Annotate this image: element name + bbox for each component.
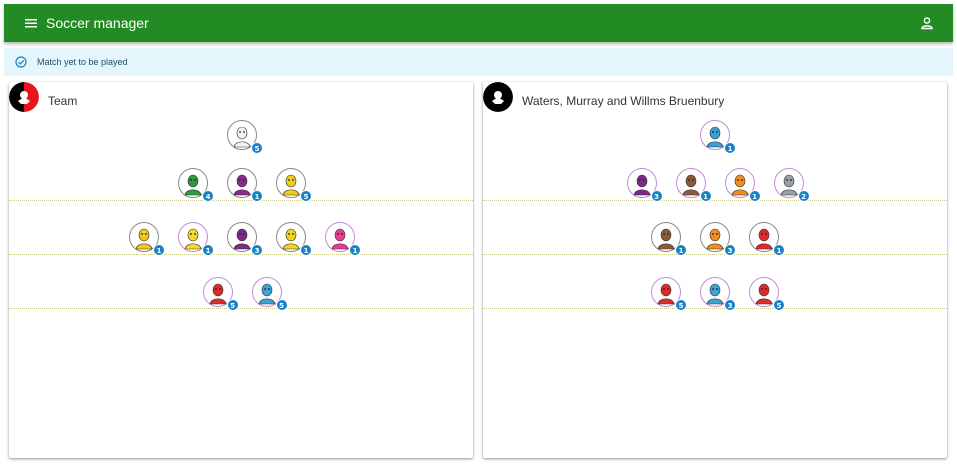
formation-line bbox=[9, 254, 473, 255]
player-avatar[interactable]: 3 bbox=[227, 222, 263, 256]
formation-line bbox=[9, 308, 473, 309]
player-avatar[interactable]: 1 bbox=[724, 168, 761, 202]
player-level-badge: 3 bbox=[251, 244, 263, 256]
team-crest bbox=[483, 82, 513, 112]
team-crest bbox=[9, 82, 39, 112]
player-avatar[interactable]: 1 bbox=[227, 168, 263, 202]
player-avatar[interactable]: 2 bbox=[773, 168, 810, 202]
player-level-badge: 1 bbox=[300, 244, 312, 256]
player-avatar[interactable]: 1 bbox=[675, 168, 712, 202]
team-name: Team bbox=[48, 94, 78, 108]
player-level-badge: 5 bbox=[773, 299, 785, 311]
player-avatar[interactable]: 1 bbox=[129, 222, 165, 256]
player-level-badge: 1 bbox=[724, 142, 736, 154]
player-level-badge: 5 bbox=[300, 190, 312, 202]
player-avatar[interactable]: 1 bbox=[700, 120, 736, 154]
player-level-badge: 1 bbox=[349, 244, 361, 256]
player-avatar[interactable]: 1 bbox=[651, 222, 687, 256]
player-avatar[interactable]: 3 bbox=[700, 277, 736, 311]
player-level-badge: 5 bbox=[675, 299, 687, 311]
team-card-home: 5 4 1 5 1 1 3 1 1 5 5 Team bbox=[9, 82, 473, 458]
player-avatar[interactable]: 1 bbox=[749, 222, 785, 256]
player-level-badge: 4 bbox=[202, 190, 214, 202]
player-avatar[interactable]: 4 bbox=[178, 168, 214, 202]
app-title: Soccer manager bbox=[46, 15, 149, 31]
team-name: Waters, Murray and Willms Bruenbury bbox=[522, 94, 725, 108]
check-circle-icon bbox=[15, 56, 27, 68]
account-icon[interactable] bbox=[920, 16, 934, 30]
player-level-badge: 1 bbox=[153, 244, 165, 256]
player-level-badge: 1 bbox=[699, 190, 712, 202]
formation-pitch: 5 4 1 5 1 1 3 1 1 5 5 bbox=[9, 82, 473, 458]
player-level-badge: 1 bbox=[748, 190, 761, 202]
match-status-text: Match yet to be played bbox=[37, 57, 128, 67]
player-level-badge: 3 bbox=[724, 244, 736, 256]
formation-pitch: 1 3 1 1 2 1 3 1 5 3 5 bbox=[483, 82, 947, 458]
formation-line bbox=[483, 200, 947, 201]
player-level-badge: 3 bbox=[724, 299, 736, 311]
player-avatar[interactable]: 5 bbox=[276, 168, 312, 202]
player-avatar[interactable]: 5 bbox=[202, 277, 239, 311]
player-avatar[interactable]: 3 bbox=[626, 168, 663, 202]
player-avatar[interactable]: 5 bbox=[749, 277, 785, 311]
player-level-badge: 2 bbox=[797, 190, 810, 202]
match-status-alert: Match yet to be played bbox=[4, 48, 953, 76]
team-card-away: 1 3 1 1 2 1 3 1 5 3 5 Waters, Murray and Willms Br… bbox=[483, 82, 947, 458]
formation-line bbox=[483, 254, 947, 255]
player-avatar[interactable]: 5 bbox=[251, 277, 288, 311]
player-level-badge: 5 bbox=[275, 299, 288, 311]
player-level-badge: 5 bbox=[251, 142, 263, 154]
player-level-badge: 5 bbox=[226, 299, 239, 311]
player-avatar[interactable]: 5 bbox=[227, 120, 263, 154]
player-level-badge: 1 bbox=[202, 244, 214, 256]
app-bar: Soccer manager bbox=[4, 4, 953, 42]
player-avatar[interactable]: 5 bbox=[651, 277, 687, 311]
player-level-badge: 1 bbox=[251, 190, 263, 202]
hamburger-menu-icon[interactable] bbox=[24, 16, 38, 30]
player-level-badge: 3 bbox=[650, 190, 663, 202]
player-avatar[interactable]: 3 bbox=[700, 222, 736, 256]
formation-line bbox=[9, 200, 473, 201]
player-avatar[interactable]: 1 bbox=[325, 222, 361, 256]
player-avatar[interactable]: 1 bbox=[178, 222, 214, 256]
player-level-badge: 1 bbox=[675, 244, 687, 256]
player-level-badge: 1 bbox=[773, 244, 785, 256]
player-avatar[interactable]: 1 bbox=[276, 222, 312, 256]
